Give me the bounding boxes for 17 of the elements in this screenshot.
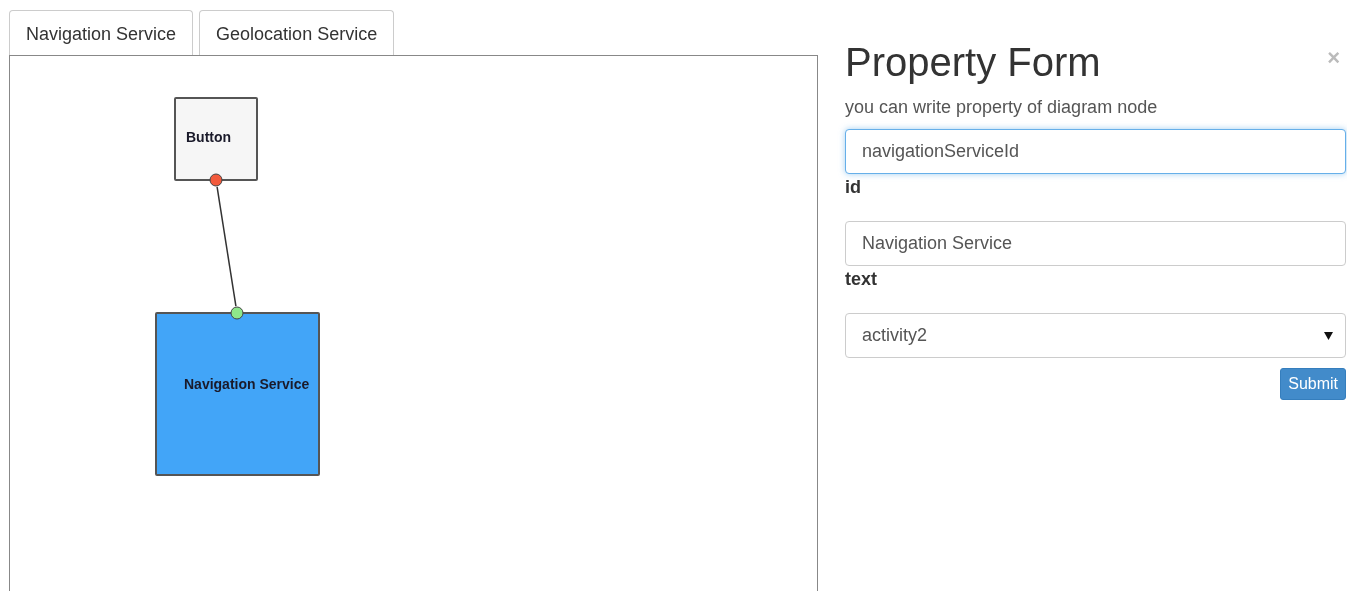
- diagram-node[interactable]: [155, 312, 320, 476]
- input-field[interactable]: navigationServiceId: [845, 129, 1346, 174]
- tab[interactable]: Navigation Service: [9, 10, 194, 55]
- form-title: Property Form: [845, 39, 1101, 86]
- node-label: Button: [186, 129, 232, 145]
- node-label: Navigation Service: [184, 376, 310, 392]
- port-dot[interactable]: [230, 306, 244, 320]
- caret-icon: [1324, 331, 1333, 340]
- submit-button[interactable]: Submit: [1280, 368, 1346, 400]
- field-label: id: [845, 176, 862, 199]
- field-label: text: [845, 268, 878, 291]
- select-field[interactable]: activity2: [845, 313, 1346, 358]
- port-dot[interactable]: [209, 173, 223, 187]
- tab[interactable]: Geolocation Service: [199, 10, 395, 55]
- input-field[interactable]: Navigation Service: [845, 221, 1346, 266]
- diagram-node[interactable]: [174, 97, 258, 181]
- form-subtitle: you can write property of diagram node: [845, 96, 1159, 119]
